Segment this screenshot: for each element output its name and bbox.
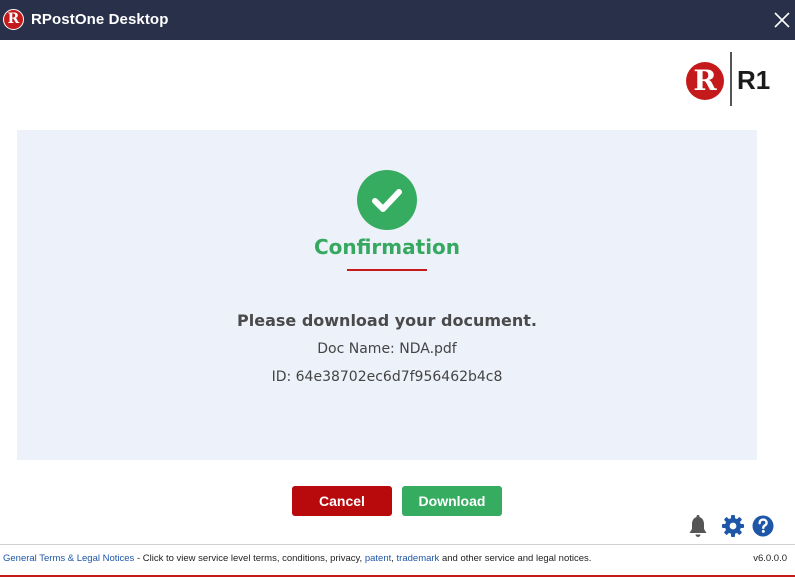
settings-button[interactable]	[721, 514, 745, 538]
title-underline	[347, 269, 427, 271]
bell-icon	[689, 515, 707, 537]
doc-id-text: ID: 64e38702ec6d7f956462b4c8	[271, 369, 503, 385]
app-logo-icon: R	[3, 9, 24, 30]
brand-logo: R R1	[686, 52, 771, 108]
trademark-link[interactable]: trademark	[397, 553, 440, 564]
notifications-button[interactable]	[688, 514, 708, 538]
logo-r-mark: R	[686, 62, 724, 100]
footer-notice: General Terms & Legal Notices - Click to…	[3, 553, 591, 565]
terms-link[interactable]: General Terms & Legal Notices	[3, 553, 134, 564]
confirmation-badge	[357, 170, 417, 230]
help-icon	[752, 515, 774, 537]
doc-name-text: Doc Name: NDA.pdf	[317, 341, 457, 357]
help-button[interactable]	[752, 514, 774, 538]
title-bar: R RPostOne Desktop	[0, 0, 795, 40]
confirmation-title: Confirmation	[313, 235, 461, 259]
logo-divider	[730, 52, 732, 106]
footer-text-end: and other service and legal notices.	[439, 553, 592, 564]
gear-icon	[722, 515, 744, 537]
cancel-button[interactable]: Cancel	[292, 486, 392, 516]
confirmation-message: Please download your document.	[237, 311, 537, 330]
check-icon	[372, 189, 402, 212]
footer-divider	[0, 544, 795, 545]
window-title: RPostOne Desktop	[31, 11, 169, 28]
confirmation-panel: Confirmation Please download your docume…	[17, 130, 757, 460]
download-button[interactable]: Download	[402, 486, 502, 516]
footer-text: - Click to view service level terms, con…	[134, 553, 365, 564]
version-label: v6.0.0.0	[753, 553, 787, 564]
close-button[interactable]	[766, 4, 795, 36]
patent-link[interactable]: patent	[365, 553, 391, 564]
logo-text: R1	[737, 65, 771, 95]
close-icon	[774, 12, 790, 28]
